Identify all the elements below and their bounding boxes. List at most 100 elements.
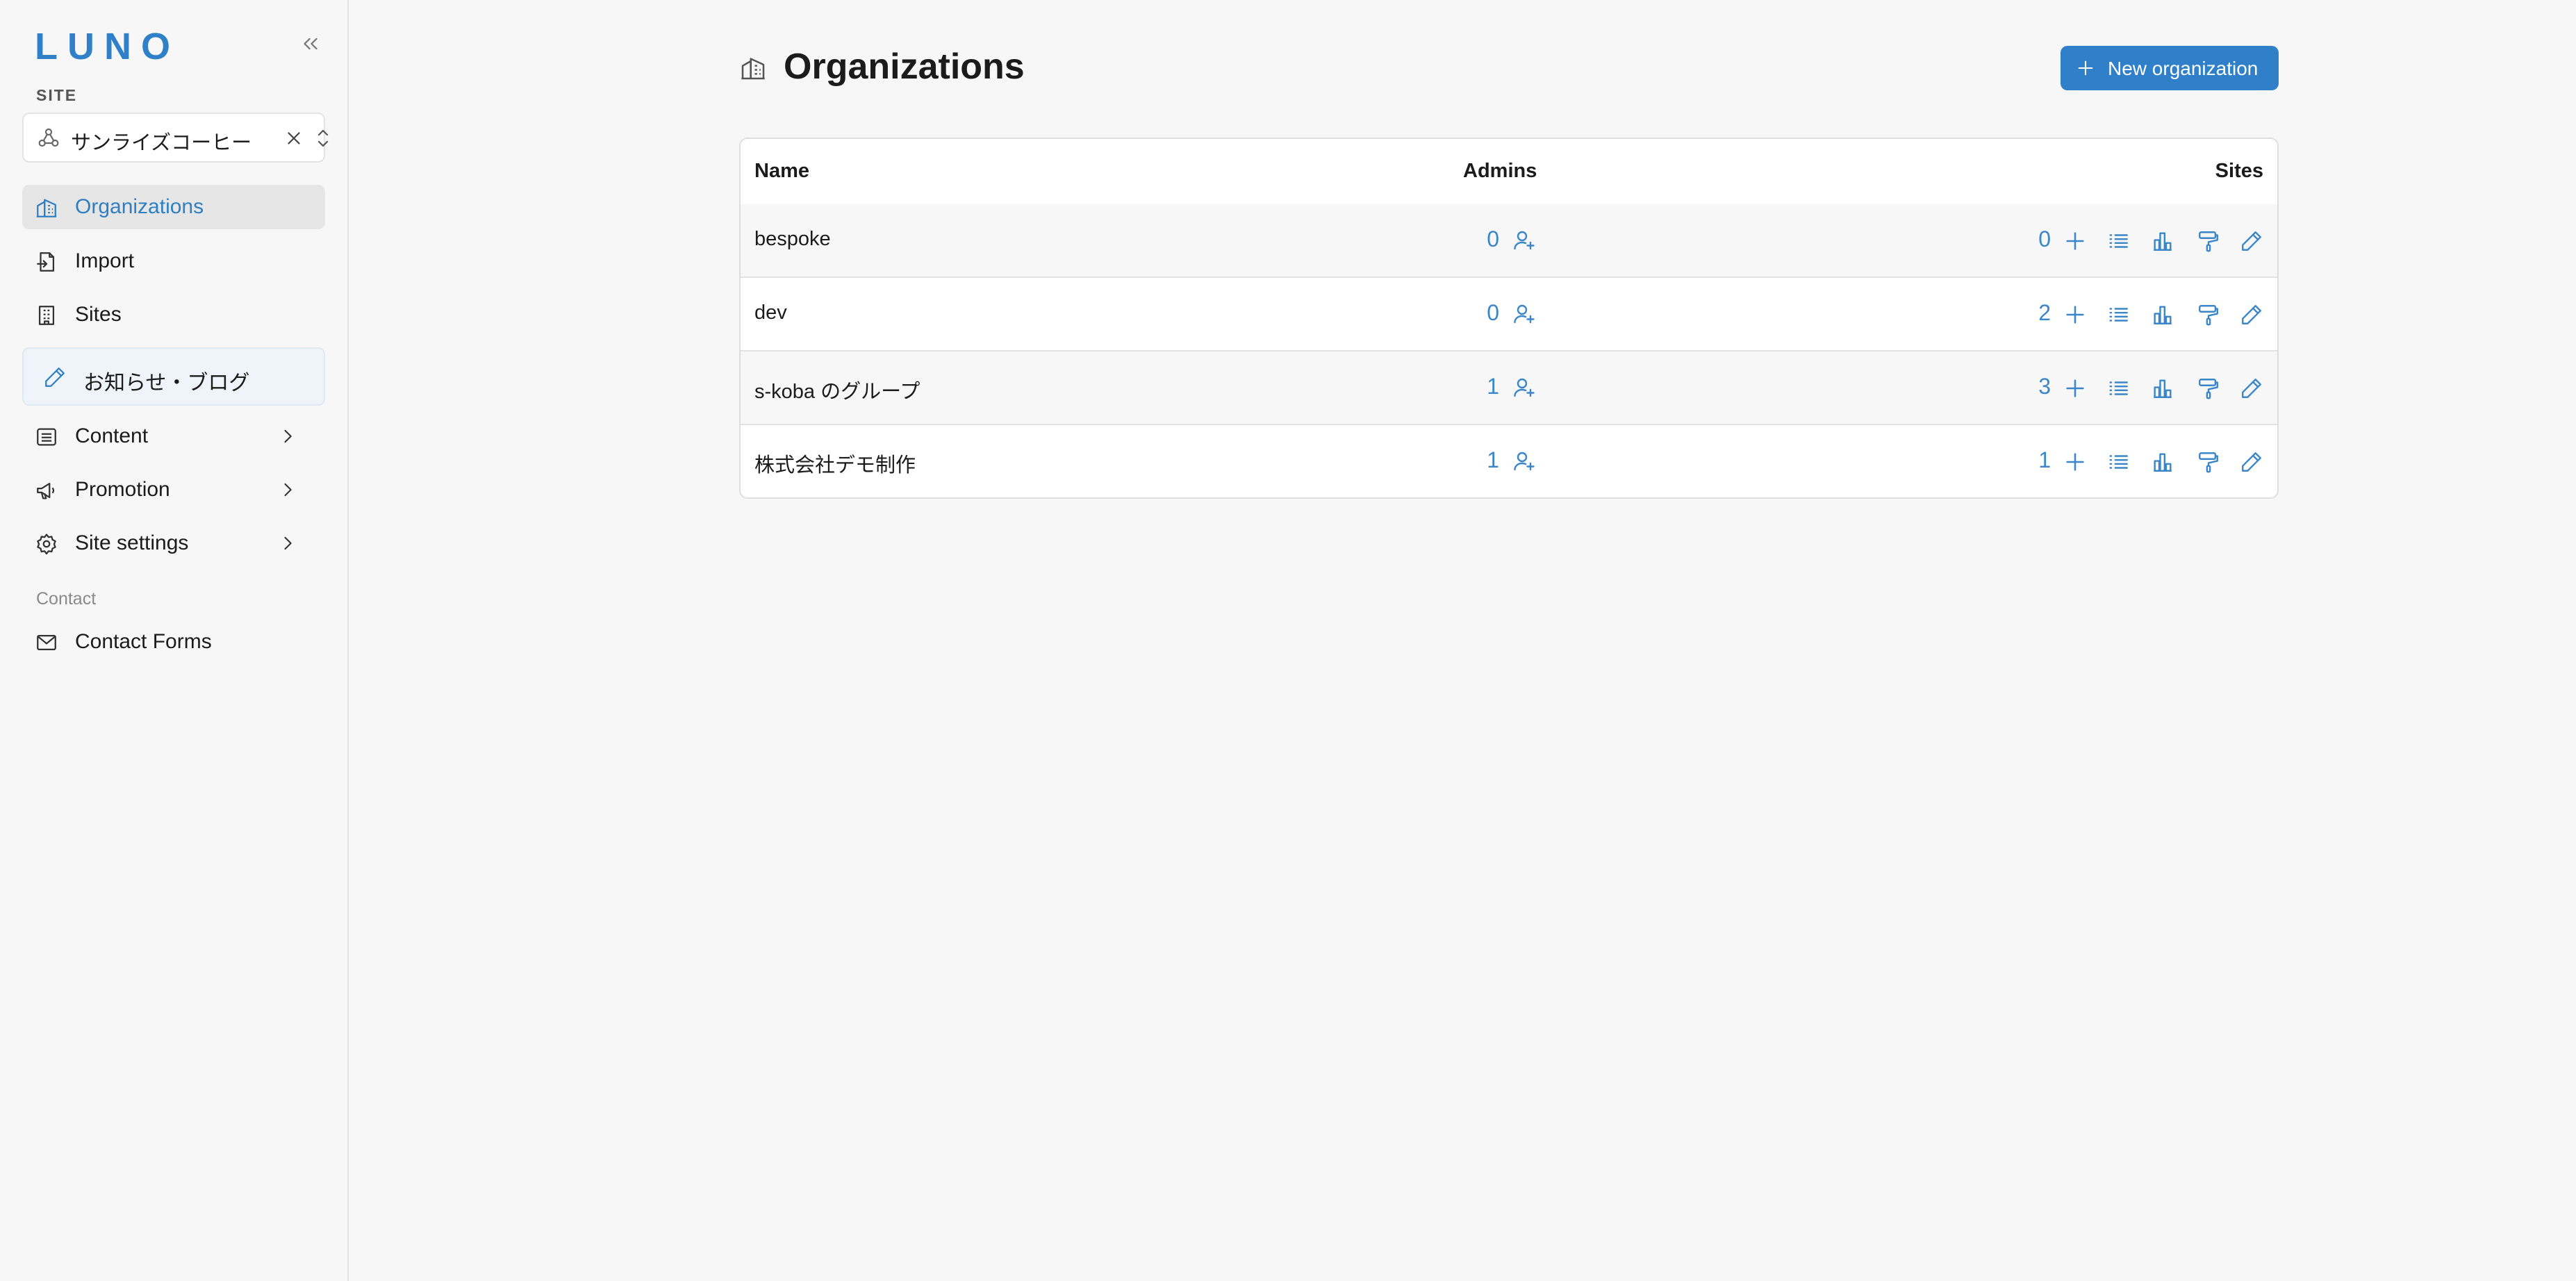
stats-button[interactable] (2151, 229, 2174, 253)
organization-icon (35, 196, 58, 220)
pencil-icon (2242, 452, 2261, 472)
organization-name[interactable]: 株式会社デモ制作 (754, 449, 916, 478)
add-site-button[interactable] (2063, 303, 2087, 327)
collapse-sidebar-button[interactable] (299, 32, 322, 56)
plus-icon (2066, 232, 2084, 250)
edit-organization-button[interactable] (2240, 377, 2263, 400)
edit-organization-button[interactable] (2240, 229, 2263, 253)
add-admin-icon (1514, 378, 1535, 397)
design-button[interactable] (2197, 377, 2220, 400)
bar-chart-icon (2154, 379, 2172, 398)
pencil-icon (2242, 379, 2261, 398)
admins-count[interactable]: 1 (1477, 374, 1499, 399)
sidebar-item-label: Contact Forms (75, 630, 212, 653)
new-organization-label: New organization (2108, 58, 2259, 79)
add-admin-button[interactable] (1512, 228, 1537, 253)
list-icon (2109, 308, 2128, 322)
sidebar-item-sites[interactable]: Sites (22, 292, 325, 337)
new-organization-button[interactable]: New organization (2061, 46, 2279, 90)
organization-name[interactable]: dev (754, 301, 787, 324)
column-header-name[interactable]: Name (754, 160, 809, 183)
organization-name[interactable]: bespoke (754, 228, 831, 251)
admins-count[interactable]: 1 (1477, 447, 1499, 473)
stats-button[interactable] (2151, 377, 2174, 400)
add-site-button[interactable] (2063, 229, 2087, 253)
design-button[interactable] (2197, 303, 2220, 327)
design-button[interactable] (2197, 450, 2220, 474)
table-row: s-koba のグループ 1 3 (741, 352, 2277, 425)
sites-count[interactable]: 1 (2029, 447, 2051, 473)
sites-count[interactable]: 2 (2029, 300, 2051, 326)
add-admin-button[interactable] (1512, 449, 1537, 474)
bar-chart-icon (2154, 306, 2172, 324)
site-selector[interactable]: サンライズコーヒー (22, 113, 329, 163)
table-header: Name Admins Sites (741, 139, 2277, 206)
list-icon (2109, 234, 2128, 248)
paint-roller-icon (2199, 379, 2218, 399)
sidebar-item-content[interactable]: Content (22, 414, 325, 458)
clear-site-button[interactable] (283, 128, 304, 149)
list-sites-button[interactable] (2106, 450, 2130, 474)
sidebar-item-contact-forms[interactable]: Contact Forms (22, 620, 325, 664)
plus-icon (2076, 58, 2095, 78)
table-row: bespoke 0 0 (741, 204, 2277, 278)
sidebar-item-organizations[interactable]: Organizations (22, 185, 325, 229)
chevron-right-icon (278, 534, 297, 553)
sidebar-item-news-blog[interactable]: お知らせ・ブログ (22, 347, 325, 406)
chevron-right-icon (278, 427, 297, 446)
paint-roller-icon (2199, 305, 2218, 326)
pencil-icon (2242, 231, 2261, 251)
column-header-sites[interactable]: Sites (2215, 160, 2263, 183)
site-selector-value: サンライズコーヒー (71, 132, 252, 154)
sidebar-item-label: Import (75, 249, 135, 272)
stats-button[interactable] (2151, 450, 2174, 474)
add-admin-icon (1514, 231, 1535, 250)
gear-icon (35, 532, 58, 556)
stats-button[interactable] (2151, 303, 2174, 327)
list-sites-button[interactable] (2106, 229, 2130, 253)
mail-icon (35, 631, 58, 654)
plus-icon (2066, 453, 2084, 471)
sidebar-item-import[interactable]: Import (22, 239, 325, 283)
bar-chart-icon (2154, 232, 2172, 251)
sidebar-item-label: Sites (75, 303, 122, 326)
site-network-icon (38, 126, 60, 149)
pencil-icon (43, 365, 67, 389)
sidebar-item-site-settings[interactable]: Site settings (22, 521, 325, 565)
add-site-button[interactable] (2063, 377, 2087, 400)
list-icon (2109, 381, 2128, 395)
pencil-icon (2242, 305, 2261, 324)
add-site-button[interactable] (2063, 450, 2087, 474)
admins-count[interactable]: 0 (1477, 226, 1499, 252)
list-sites-button[interactable] (2106, 303, 2130, 327)
edit-organization-button[interactable] (2240, 450, 2263, 474)
paint-roller-icon (2199, 452, 2218, 473)
organization-icon (739, 54, 767, 82)
sidebar-item-promotion[interactable]: Promotion (22, 468, 325, 512)
sidebar-item-label: お知らせ・ブログ (83, 372, 250, 395)
plus-icon (2066, 379, 2084, 397)
add-admin-button[interactable] (1512, 375, 1537, 400)
sites-count[interactable]: 3 (2029, 374, 2051, 399)
luno-logo[interactable]: LUNO (35, 25, 180, 68)
chevron-updown-icon[interactable] (313, 126, 333, 150)
sidebar: LUNO SITE サンライズコーヒー Organizations Import (0, 0, 349, 1281)
table-row: dev 0 2 (741, 278, 2277, 352)
megaphone-icon (35, 479, 58, 502)
list-box-icon (35, 425, 58, 449)
sidebar-item-label: Content (75, 424, 149, 447)
admins-count[interactable]: 0 (1477, 300, 1499, 326)
sites-count[interactable]: 0 (2029, 226, 2051, 252)
bar-chart-icon (2154, 453, 2172, 472)
column-header-admins[interactable]: Admins (1463, 160, 1537, 183)
list-sites-button[interactable] (2106, 377, 2130, 400)
sidebar-item-label: Site settings (75, 531, 189, 554)
file-import-icon (35, 250, 58, 274)
add-admin-button[interactable] (1512, 301, 1537, 327)
contact-section-label: Contact (36, 589, 97, 609)
add-admin-icon (1514, 452, 1535, 471)
edit-organization-button[interactable] (2240, 303, 2263, 327)
organization-name[interactable]: s-koba のグループ (754, 375, 920, 404)
design-button[interactable] (2197, 229, 2220, 253)
chevrons-left-icon (304, 38, 317, 50)
